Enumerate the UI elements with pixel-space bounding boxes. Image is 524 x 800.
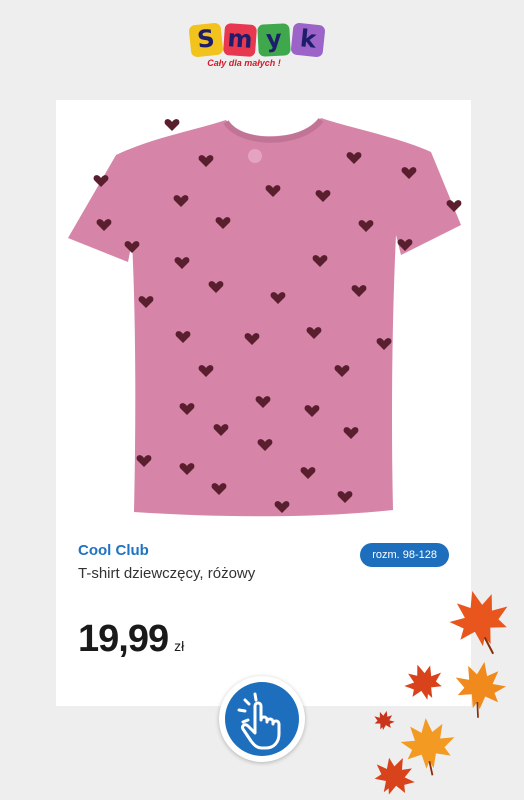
tap-hand-icon xyxy=(237,692,281,750)
maple-leaf-icon xyxy=(400,718,455,776)
product-brand[interactable]: Cool Club xyxy=(78,542,149,559)
logo-tile-k: k xyxy=(290,22,326,58)
size-badge: rozm. 98-128 xyxy=(360,543,449,567)
price-currency: zł xyxy=(174,638,185,654)
logo-tile-m: m xyxy=(222,22,258,58)
maple-leaf-icon xyxy=(374,710,395,731)
logo-letter: m xyxy=(226,24,254,54)
logo-letters: S m y k xyxy=(188,20,335,58)
logo-tile-s: S xyxy=(188,22,224,58)
tshirt-shape xyxy=(68,118,461,517)
brand-logo-icon xyxy=(248,149,262,163)
price-value: 19,99 xyxy=(78,618,169,660)
store-logo: S m y k Cały dla małych ! xyxy=(188,20,335,72)
maple-leaf-icon xyxy=(374,757,415,795)
heart-mark xyxy=(164,119,180,131)
tap-button[interactable] xyxy=(219,676,305,762)
logo-letter: y xyxy=(265,24,283,54)
logo-tagline: Cały dla małych ! xyxy=(207,58,281,68)
logo-letter: S xyxy=(195,24,216,54)
tap-button-circle[interactable] xyxy=(225,682,299,756)
product-card[interactable]: Cool Club T-shirt dziewczęcy, różowy roz… xyxy=(56,100,471,706)
product-price: 19,99 zł xyxy=(78,618,184,661)
product-title[interactable]: T-shirt dziewczęcy, różowy xyxy=(78,564,278,584)
product-image xyxy=(68,117,462,517)
logo-letter: k xyxy=(298,24,318,54)
logo-tile-y: y xyxy=(257,23,291,57)
